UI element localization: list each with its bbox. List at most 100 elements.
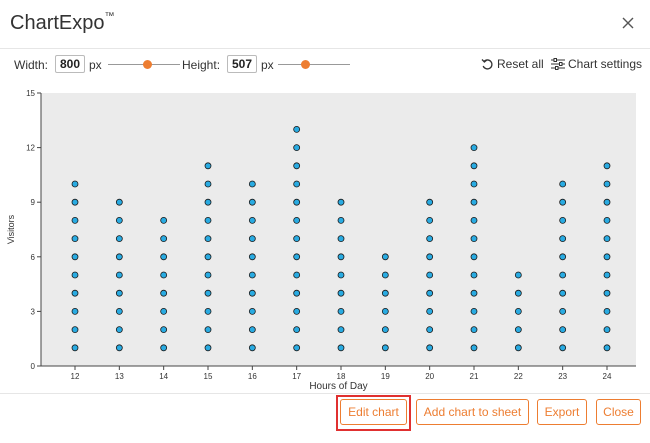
data-point: [470, 307, 478, 315]
data-point: [381, 307, 389, 315]
data-point: [603, 198, 611, 206]
data-point: [559, 180, 567, 188]
data-point: [248, 271, 256, 279]
data-point: [426, 289, 434, 297]
data-point: [115, 235, 123, 243]
width-input[interactable]: [55, 55, 85, 73]
data-point: [559, 289, 567, 297]
data-point: [71, 326, 79, 334]
data-point: [470, 235, 478, 243]
data-point: [603, 235, 611, 243]
data-point: [381, 326, 389, 334]
height-slider[interactable]: [278, 60, 350, 69]
data-point: [160, 271, 168, 279]
data-point: [293, 162, 301, 170]
data-point: [71, 180, 79, 188]
data-point: [204, 235, 212, 243]
data-point: [293, 216, 301, 224]
data-point: [293, 289, 301, 297]
width-slider-knob[interactable]: [143, 60, 152, 69]
data-point: [603, 253, 611, 261]
data-point: [470, 180, 478, 188]
data-point: [160, 344, 168, 352]
edit-chart-highlight: [336, 395, 411, 431]
data-point: [293, 235, 301, 243]
add-chart-to-sheet-button[interactable]: Add chart to sheet: [416, 399, 529, 425]
height-unit: px: [261, 58, 274, 72]
data-point: [160, 307, 168, 315]
data-point: [71, 289, 79, 297]
data-point: [603, 307, 611, 315]
data-point: [115, 344, 123, 352]
data-point: [248, 344, 256, 352]
height-input[interactable]: [227, 55, 257, 73]
chart-settings-label: Chart settings: [568, 57, 643, 71]
data-point: [603, 289, 611, 297]
y-tick-label: 0: [31, 362, 36, 371]
data-point: [71, 235, 79, 243]
chart-settings-button[interactable]: Chart settings: [551, 57, 642, 71]
chart-toolbar: Width: px Height: px Reset all Chart set…: [0, 52, 650, 78]
data-point: [293, 198, 301, 206]
x-tick-label: 21: [470, 372, 479, 381]
data-point: [293, 253, 301, 261]
dot-plot-chart: 0 3 6 9 12 15 12 13 14 15 16 17 18 19 20 21 22 23 24 Visit…: [6, 89, 636, 392]
data-point: [559, 216, 567, 224]
data-point: [115, 289, 123, 297]
reset-all-button[interactable]: Reset all: [481, 57, 544, 71]
y-axis-label: Visitors: [6, 214, 16, 244]
data-point: [381, 271, 389, 279]
height-label: Height:: [182, 58, 221, 72]
data-point: [248, 180, 256, 188]
x-axis-label: Hours of Day: [309, 381, 367, 392]
data-point: [559, 307, 567, 315]
data-point: [603, 326, 611, 334]
x-tick-label: 22: [514, 372, 523, 381]
reset-all-label: Reset all: [497, 57, 544, 71]
close-button[interactable]: Close: [596, 399, 641, 425]
data-point: [115, 253, 123, 261]
data-point: [337, 307, 345, 315]
data-point: [426, 235, 434, 243]
width-slider[interactable]: [108, 60, 180, 69]
data-point: [514, 326, 522, 334]
data-point: [426, 307, 434, 315]
height-slider-knob[interactable]: [301, 60, 310, 69]
data-point: [204, 289, 212, 297]
data-point: [426, 271, 434, 279]
trademark-symbol: ™: [104, 11, 115, 23]
data-point: [204, 307, 212, 315]
plot-area: [41, 93, 636, 366]
data-point: [160, 253, 168, 261]
data-point: [248, 307, 256, 315]
data-point: [71, 253, 79, 261]
data-point: [160, 216, 168, 224]
data-point: [248, 289, 256, 297]
data-point: [426, 326, 434, 334]
data-point: [337, 271, 345, 279]
data-point: [71, 271, 79, 279]
data-point: [337, 289, 345, 297]
data-point: [204, 344, 212, 352]
data-point: [381, 289, 389, 297]
data-point: [381, 253, 389, 261]
data-point: [559, 326, 567, 334]
data-point: [426, 198, 434, 206]
x-tick-label: 17: [292, 372, 301, 381]
close-icon[interactable]: [622, 14, 634, 32]
x-tick-label: 24: [603, 372, 612, 381]
x-tick-label: 13: [115, 372, 124, 381]
export-button[interactable]: Export: [537, 399, 587, 425]
data-point: [204, 198, 212, 206]
data-point: [293, 271, 301, 279]
data-point: [248, 253, 256, 261]
data-point: [470, 144, 478, 151]
reset-icon: [481, 58, 494, 71]
data-point: [204, 216, 212, 224]
x-tick-label: 12: [71, 372, 80, 381]
data-point: [514, 289, 522, 297]
data-point: [160, 289, 168, 297]
footer-divider: [0, 393, 650, 394]
data-point: [603, 344, 611, 352]
data-point: [204, 162, 212, 170]
